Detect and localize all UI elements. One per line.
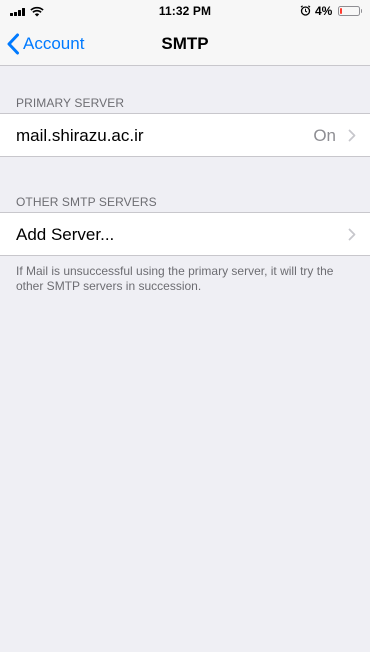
battery-level-fill [340,8,342,14]
chevron-left-icon [7,33,19,55]
alarm-clock-icon [300,5,311,16]
battery-percentage: 4% [315,4,333,18]
add-server-row[interactable]: Add Server... [0,212,370,256]
other-servers-footer-note: If Mail is unsuccessful using the primar… [16,264,334,293]
primary-server-status: On [313,126,336,145]
back-button[interactable]: Account [6,22,84,66]
battery-icon [338,6,362,16]
add-server-label: Add Server... [16,225,115,244]
chevron-right-icon [348,129,356,142]
primary-server-header: PRIMARY SERVER [16,96,125,110]
other-servers-header: OTHER SMTP SERVERS [16,195,157,209]
back-button-label: Account [23,34,85,53]
primary-server-name: mail.shirazu.ac.ir [16,126,144,145]
navigation-bar: Account SMTP [0,22,370,66]
chevron-right-icon [348,228,356,241]
status-bar: 11:32 PM 4% [0,0,370,22]
primary-server-row[interactable]: mail.shirazu.ac.ir On [0,113,370,157]
